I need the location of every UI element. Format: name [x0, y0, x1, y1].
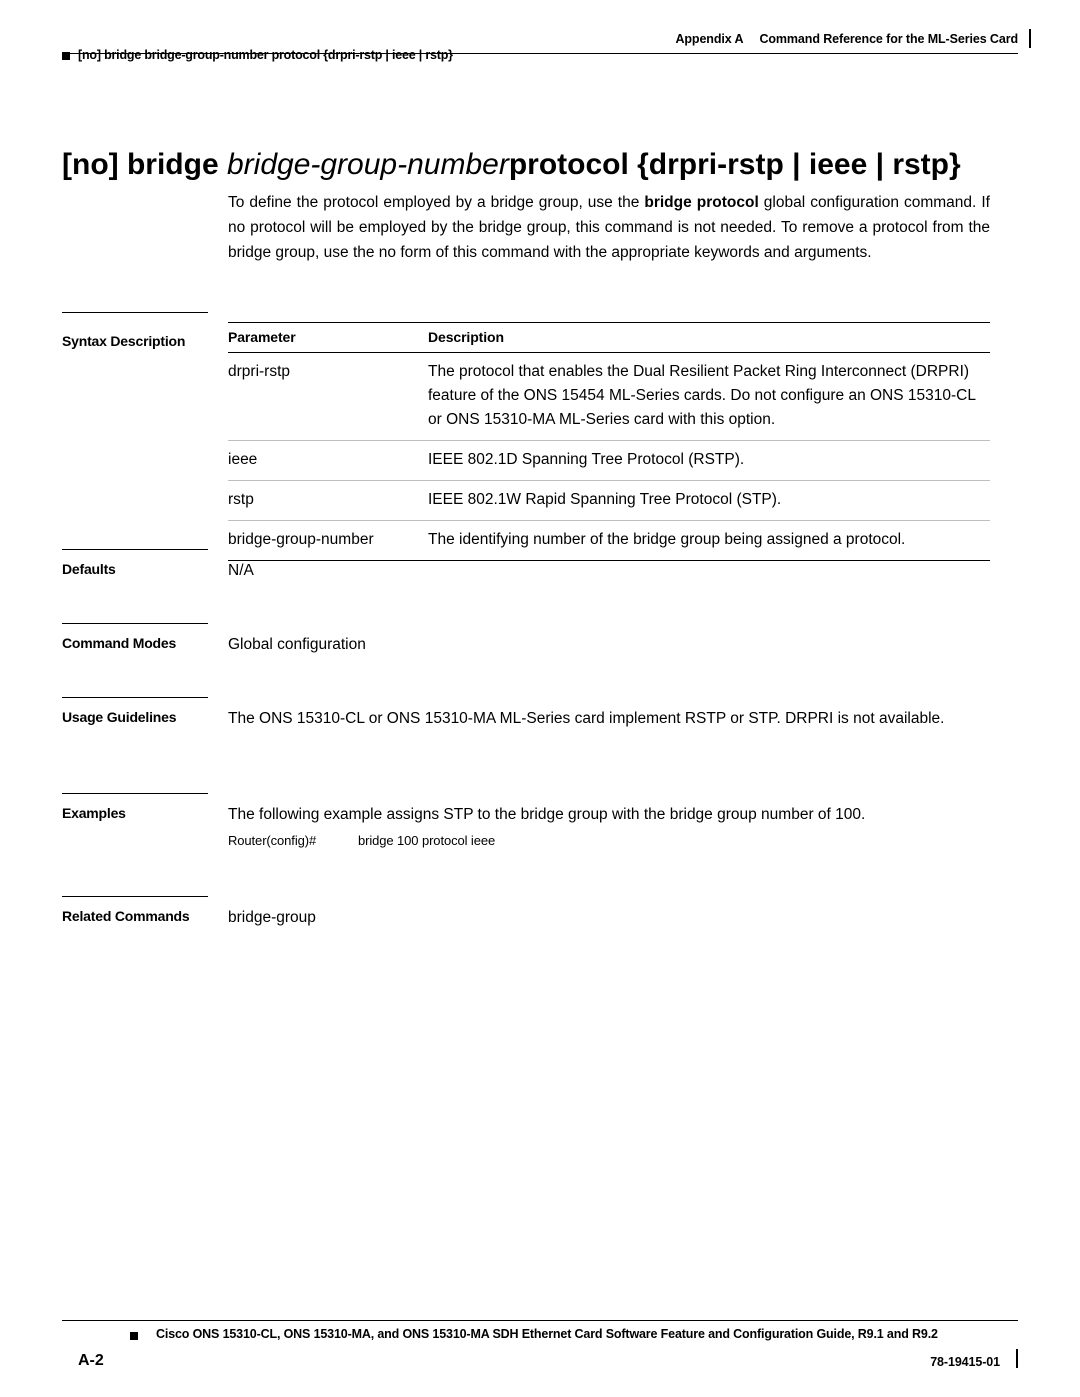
section-label-related-commands: Related Commands [62, 908, 190, 924]
cell-description: The protocol that enables the Dual Resil… [428, 352, 990, 441]
section-label-syntax-description: Syntax Description [62, 333, 186, 349]
change-bar-icon [1029, 29, 1031, 48]
table-row: ieee IEEE 802.1D Spanning Tree Protocol … [228, 440, 990, 481]
syntax-description-rule [62, 312, 208, 313]
section-body-examples: The following example assigns STP to the… [228, 806, 866, 823]
title-argument: bridge-group-number [226, 148, 509, 182]
cell-parameter: bridge-group-number [228, 520, 428, 561]
footer-divider [62, 1320, 1018, 1321]
cli-command: bridge 100 protocol ieee [358, 833, 496, 848]
cell-parameter: drpri-rstp [228, 352, 428, 441]
header-appendix: Appendix A Command Reference for the ML-S… [675, 29, 1031, 48]
footer-document-number: 78-19415-01 [930, 1355, 1000, 1369]
column-header-description: Description [428, 322, 990, 353]
section-label-defaults: Defaults [62, 561, 116, 577]
section-body-related-commands: bridge-group [228, 909, 316, 926]
footer-page-number: A-2 [78, 1352, 104, 1369]
cli-prompt: Router(config)# [228, 833, 317, 848]
header-appendix-label: Appendix A [675, 32, 744, 46]
table-row: drpri-rstp The protocol that enables the… [228, 352, 990, 441]
section-label-examples: Examples [62, 805, 126, 821]
section-body-usage-guidelines: The ONS 15310-CL or ONS 15310-MA ML-Seri… [228, 710, 945, 727]
intro-line4: arguments. [794, 244, 872, 261]
usage-guidelines-rule [62, 697, 208, 698]
title-protocol: protocol {drpri-rstp | ieee | rstp} [508, 148, 961, 182]
footer-bullet-square-icon [130, 1332, 138, 1340]
command-modes-rule [62, 623, 208, 624]
intro-paragraph: To define the protocol employed by a bri… [228, 190, 990, 265]
cell-description: IEEE 802.1W Rapid Spanning Tree Protocol… [428, 480, 990, 521]
footer-change-bar-icon [1016, 1349, 1018, 1368]
header-running-head: [no] bridge bridge-group-number protocol… [62, 48, 453, 62]
related-commands-rule [62, 896, 208, 897]
section-label-command-modes: Command Modes [62, 635, 177, 651]
defaults-rule [62, 549, 208, 550]
syntax-description-table: Parameter Description drpri-rstp The pro… [228, 322, 990, 561]
page-title: [no] bridge bridge-group-numberprotocol … [62, 148, 961, 182]
document-page: [no] bridge bridge-group-number protocol… [0, 0, 1080, 1397]
cell-parameter: rstp [228, 480, 428, 521]
intro-line1-a: To define the protocol employed by a bri… [228, 194, 645, 211]
footer-document-title: Cisco ONS 15310-CL, ONS 15310-MA, and ON… [156, 1327, 938, 1341]
table-row: rstp IEEE 802.1W Rapid Spanning Tree Pro… [228, 480, 990, 521]
section-body-command-modes: Global configuration [228, 636, 366, 653]
section-body-defaults: N/A [228, 562, 254, 579]
section-label-usage-guidelines: Usage Guidelines [62, 709, 177, 725]
examples-rule [62, 793, 208, 794]
intro-line1-bold: bridge protocol [644, 194, 759, 211]
title-command: [no] bridge [62, 148, 219, 182]
header-appendix-title: Command Reference for the ML-Series Card [759, 32, 1018, 46]
page-header: [no] bridge bridge-group-number protocol… [62, 29, 1031, 66]
header-left-text: [no] bridge bridge-group-number protocol… [78, 48, 453, 62]
header-divider [62, 53, 1018, 54]
table-row: bridge-group-number The identifying numb… [228, 520, 990, 561]
intro-line1-c: global configuration [758, 194, 899, 211]
example-cli-block: Router(config)# bridge 100 protocol ieee [228, 833, 495, 848]
cell-parameter: ieee [228, 440, 428, 481]
column-header-parameter: Parameter [228, 322, 428, 353]
cell-description: The identifying number of the bridge gro… [428, 520, 990, 561]
cell-description: IEEE 802.1D Spanning Tree Protocol (RSTP… [428, 440, 990, 481]
table-header-row: Parameter Description [228, 322, 990, 353]
